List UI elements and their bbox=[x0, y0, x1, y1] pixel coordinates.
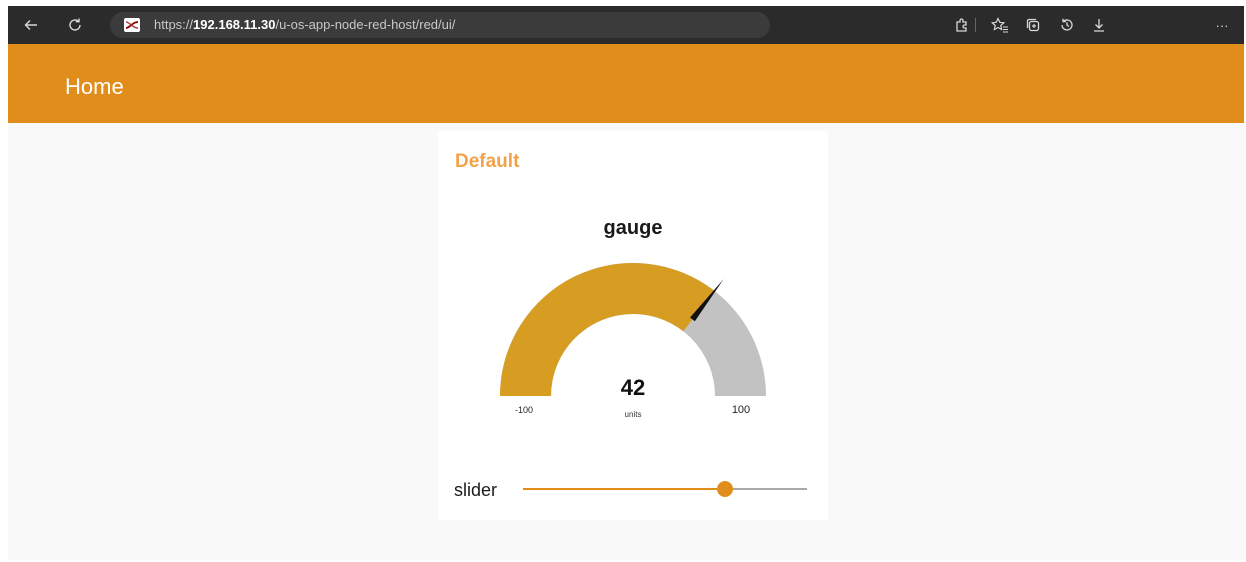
dashboard-content: Default gauge 42 units -100 100 slider bbox=[8, 123, 1244, 560]
node-red-favicon-icon bbox=[124, 18, 140, 32]
gauge-widget: 42 units -100 100 bbox=[500, 263, 766, 419]
favorites-star-icon bbox=[991, 17, 1008, 33]
address-bar[interactable]: https://192.168.11.30/u-os-app-node-red-… bbox=[110, 12, 770, 38]
refresh-icon bbox=[69, 18, 81, 31]
url-host: 192.168.11.30 bbox=[193, 17, 276, 32]
downloads-button[interactable] bbox=[1085, 6, 1113, 44]
gauge-max-label: 100 bbox=[732, 404, 750, 416]
browser-toolbar: https://192.168.11.30/u-os-app-node-red-… bbox=[8, 6, 1244, 44]
collections-icon bbox=[1026, 18, 1040, 32]
gauge-value-text: 42 bbox=[621, 375, 645, 400]
url-path: /u-os-app-node-red-host/red/ui/ bbox=[275, 17, 456, 32]
slider[interactable] bbox=[523, 478, 807, 500]
back-arrow-icon bbox=[24, 20, 37, 30]
page-title: Home bbox=[65, 74, 124, 99]
slider-label: slider bbox=[454, 480, 498, 500]
gauge-min-label: -100 bbox=[515, 405, 533, 415]
history-button[interactable] bbox=[1053, 6, 1081, 44]
history-clock-icon bbox=[1061, 18, 1073, 31]
slider-fill bbox=[523, 488, 725, 490]
gauge-value-arc bbox=[500, 263, 715, 396]
refresh-button[interactable] bbox=[60, 6, 90, 44]
more-button[interactable]: ··· bbox=[1208, 6, 1236, 44]
puzzle-icon bbox=[956, 18, 967, 32]
toolbar-separator bbox=[975, 18, 976, 32]
download-icon bbox=[1094, 19, 1104, 32]
gauge-units-text: units bbox=[625, 410, 642, 419]
back-button[interactable] bbox=[16, 6, 46, 44]
app-header: Home bbox=[8, 44, 1244, 123]
url-text: https://192.168.11.30/u-os-app-node-red-… bbox=[154, 12, 455, 38]
slider-thumb[interactable] bbox=[716, 481, 733, 497]
extensions-button[interactable] bbox=[948, 6, 976, 44]
url-prefix: https:// bbox=[154, 17, 194, 32]
favorites-button[interactable] bbox=[986, 6, 1014, 44]
collections-button[interactable] bbox=[1019, 6, 1047, 44]
group-card: Default gauge 42 units -100 100 slider bbox=[438, 131, 828, 520]
